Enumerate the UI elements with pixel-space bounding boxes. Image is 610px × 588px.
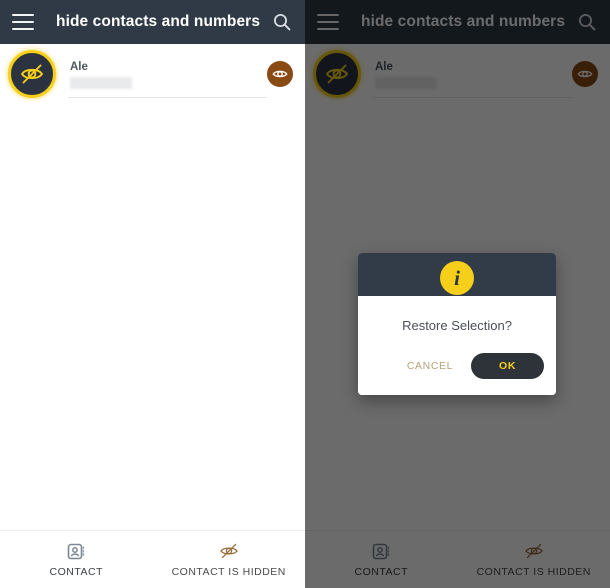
dual-screenshot-container: hide contacts and numbers Ale CONTACT CO…	[0, 0, 610, 588]
phone-screen-left: hide contacts and numbers Ale CONTACT CO…	[0, 0, 305, 588]
info-icon: i	[440, 261, 474, 295]
ok-button[interactable]: OK	[471, 353, 544, 379]
dialog-body: Restore Selection? CANCEL OK	[358, 296, 556, 395]
restore-selection-dialog: i Restore Selection? CANCEL OK	[358, 253, 556, 395]
app-bar: hide contacts and numbers	[0, 0, 305, 44]
dialog-header: i	[358, 253, 556, 296]
eye-slash-icon	[8, 50, 56, 98]
row-divider	[68, 97, 267, 98]
contacts-list-area	[0, 104, 305, 531]
eye-slash-icon	[219, 541, 239, 561]
tab-contact[interactable]: CONTACT	[0, 541, 153, 578]
contact-name: Ale	[70, 60, 88, 73]
tab-contact-label: CONTACT	[49, 566, 103, 578]
search-icon[interactable]	[271, 11, 293, 33]
contact-card-icon	[67, 541, 86, 561]
dialog-message: Restore Selection?	[402, 318, 512, 333]
bottom-navigation: CONTACT CONTACT IS HIDDEN	[0, 530, 305, 588]
hidden-contact-row[interactable]: Ale	[0, 44, 305, 104]
phone-screen-right: hide contacts and numbers Ale	[305, 0, 610, 588]
tab-contact-is-hidden-label: CONTACT IS HIDDEN	[171, 566, 286, 578]
contact-details: Ale	[70, 50, 261, 98]
dialog-actions: CANCEL OK	[358, 353, 556, 381]
cancel-button[interactable]: CANCEL	[401, 355, 459, 377]
restore-contact-button[interactable]	[267, 61, 293, 87]
tab-contact-is-hidden[interactable]: CONTACT IS HIDDEN	[153, 541, 306, 578]
hamburger-menu-icon[interactable]	[12, 14, 34, 30]
contact-number-redacted	[70, 76, 132, 89]
app-title: hide contacts and numbers	[56, 13, 261, 30]
